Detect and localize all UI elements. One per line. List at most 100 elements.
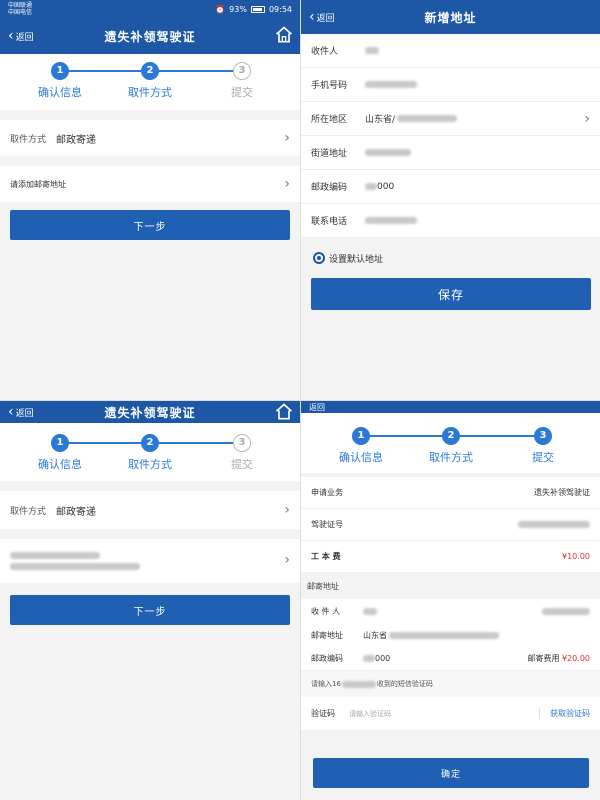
license-key: 驾驶证号 bbox=[311, 520, 343, 529]
region-value-blurred bbox=[397, 115, 458, 122]
address-name-blurred bbox=[10, 552, 100, 559]
pickup-method-row[interactable]: 取件方式 邮政寄递 › bbox=[0, 120, 300, 156]
back-button[interactable]: ‹ 返回 bbox=[309, 0, 335, 34]
back-label: 返回 bbox=[316, 13, 335, 24]
step-2: 2 取件方式 bbox=[421, 427, 481, 465]
step-3-number: 3 bbox=[233, 62, 251, 80]
postage-key: 邮寄费用 bbox=[527, 654, 560, 663]
title-bar: ‹ 返回 遗失补领驾驶证 bbox=[0, 401, 300, 423]
verify-code-input[interactable]: 请输入验证码 bbox=[349, 709, 391, 719]
step-3: 3 提交 bbox=[212, 434, 272, 472]
next-button[interactable]: 下一步 bbox=[10, 210, 290, 240]
add-address-row[interactable]: 请添加邮寄地址 › bbox=[0, 166, 300, 202]
pickup-method-key: 取件方式 bbox=[10, 134, 47, 145]
step-1-number: 1 bbox=[51, 434, 69, 452]
street-field[interactable]: 街道地址 bbox=[301, 136, 600, 170]
step-indicator: 1 确认信息 2 取件方式 3 提交 bbox=[301, 413, 600, 473]
mail-recipient-row: 收 件 人 bbox=[301, 599, 600, 623]
home-icon[interactable] bbox=[274, 25, 294, 45]
step-2-label: 取件方式 bbox=[429, 451, 473, 464]
battery-percent: 93% bbox=[229, 4, 247, 14]
mail-postcode-row: 邮政编码 000 邮寄费用 ¥20.00 bbox=[301, 647, 600, 671]
mail-section-header: 邮寄地址 bbox=[307, 581, 339, 591]
fee-row: 工 本 费 ¥10.00 bbox=[301, 541, 600, 573]
chevron-right-icon: › bbox=[284, 176, 290, 192]
alarm-icon: ⏰ bbox=[215, 4, 226, 14]
postcode-field[interactable]: 邮政编码 000 bbox=[301, 170, 600, 204]
step-2-number: 2 bbox=[141, 62, 159, 80]
back-button[interactable]: 返回 bbox=[309, 401, 325, 413]
carrier-2: 中国电信 bbox=[8, 9, 33, 16]
save-button[interactable]: 保存 bbox=[311, 278, 591, 310]
get-code-button[interactable]: 获取验证码 bbox=[539, 708, 590, 719]
back-label: 返回 bbox=[15, 408, 34, 419]
radio-checked-icon[interactable] bbox=[313, 252, 325, 264]
screen-submit: 返回 1 确认信息 2 取件方式 3 提交 申请业务 遗失补领驾驶证 驾驶证号 … bbox=[300, 400, 600, 800]
mail-recipient-blurred bbox=[363, 607, 377, 615]
step-2-label: 取件方式 bbox=[128, 458, 172, 471]
step-3-number: 3 bbox=[233, 434, 251, 452]
step-3-label: 提交 bbox=[532, 451, 554, 464]
sms-hint-suffix: 收到的短信验证码 bbox=[376, 680, 433, 688]
chevron-right-icon: › bbox=[284, 552, 290, 568]
next-button[interactable]: 下一步 bbox=[10, 595, 290, 625]
step-1-number: 1 bbox=[51, 62, 69, 80]
postcode-value-blurred bbox=[365, 183, 377, 190]
mail-address-row: 邮寄地址 山东省 bbox=[301, 623, 600, 647]
business-key: 申请业务 bbox=[311, 488, 343, 497]
step-2: 2 取件方式 bbox=[120, 434, 180, 472]
fee-value: ¥10.00 bbox=[562, 552, 590, 561]
fee-key: 工 本 费 bbox=[311, 552, 341, 561]
contact-phone-field[interactable]: 联系电话 bbox=[301, 204, 600, 238]
step-2-number: 2 bbox=[442, 427, 460, 445]
step-3: 3 提交 bbox=[513, 427, 573, 465]
sms-phone-blurred bbox=[341, 680, 376, 688]
address-detail-blurred bbox=[10, 563, 140, 570]
postage-group: 邮寄费用 ¥20.00 bbox=[527, 653, 590, 664]
mail-address-key: 邮寄地址 bbox=[311, 630, 343, 640]
selected-address-row[interactable]: › bbox=[0, 539, 300, 583]
recipient-label: 收件人 bbox=[311, 47, 339, 57]
carrier-1: 中国联通 bbox=[8, 2, 33, 9]
step-1: 1 确认信息 bbox=[30, 434, 90, 472]
step-1-label: 确认信息 bbox=[38, 86, 82, 99]
screen-pickup-method-1: 中国联通 中国电信 ⏰ 93% 09:54 ‹ 返回 遗失补领驾驶证 1 确认信… bbox=[0, 0, 300, 400]
contact-phone-label: 联系电话 bbox=[311, 217, 348, 227]
chevron-right-icon: › bbox=[584, 110, 590, 127]
step-3-label: 提交 bbox=[231, 86, 253, 99]
verify-code-key: 验证码 bbox=[311, 709, 335, 718]
back-button[interactable]: ‹ 返回 bbox=[8, 18, 34, 54]
mail-address-value: 山东省 bbox=[363, 630, 387, 640]
sms-hint: 请输入16 收到的短信验证码 bbox=[301, 671, 600, 697]
page-title: 新增地址 bbox=[424, 10, 477, 25]
step-indicator: 1 确认信息 2 取件方式 3 提交 bbox=[0, 423, 300, 481]
home-icon[interactable] bbox=[274, 402, 294, 422]
step-1-number: 1 bbox=[352, 427, 370, 445]
step-1-label: 确认信息 bbox=[38, 458, 82, 471]
recipient-field[interactable]: 收件人 bbox=[301, 34, 600, 68]
add-address-label: 请添加邮寄地址 bbox=[10, 179, 66, 189]
phone-label: 手机号码 bbox=[311, 81, 348, 91]
business-row: 申请业务 遗失补领驾驶证 bbox=[301, 477, 600, 509]
step-indicator: 1 确认信息 2 取件方式 3 提交 bbox=[0, 54, 300, 110]
default-address-option[interactable]: 设置默认地址 bbox=[301, 238, 600, 278]
page-title: 遗失补领驾驶证 bbox=[104, 29, 196, 44]
chevron-right-icon: › bbox=[284, 502, 290, 518]
step-3-label: 提交 bbox=[231, 458, 253, 471]
step-2-label: 取件方式 bbox=[128, 86, 172, 99]
step-3: 3 提交 bbox=[212, 62, 272, 100]
region-label: 所在地区 bbox=[311, 115, 348, 125]
postage-value: ¥20.00 bbox=[562, 654, 590, 663]
back-label: 返回 bbox=[15, 32, 34, 43]
mail-address-blurred bbox=[389, 631, 499, 639]
pickup-method-row[interactable]: 取件方式 邮政寄递 › bbox=[0, 491, 300, 529]
pickup-method-value: 邮政寄递 bbox=[56, 506, 96, 518]
back-button[interactable]: ‹ 返回 bbox=[8, 401, 34, 423]
postcode-value: 000 bbox=[377, 181, 395, 192]
region-field[interactable]: 所在地区 山东省/ › bbox=[301, 102, 600, 136]
back-label: 返回 bbox=[309, 402, 325, 412]
confirm-button[interactable]: 确定 bbox=[313, 758, 589, 788]
verify-code-row: 验证码 请输入验证码 获取验证码 bbox=[301, 697, 600, 731]
phone-field[interactable]: 手机号码 bbox=[301, 68, 600, 102]
step-1: 1 确认信息 bbox=[30, 62, 90, 100]
